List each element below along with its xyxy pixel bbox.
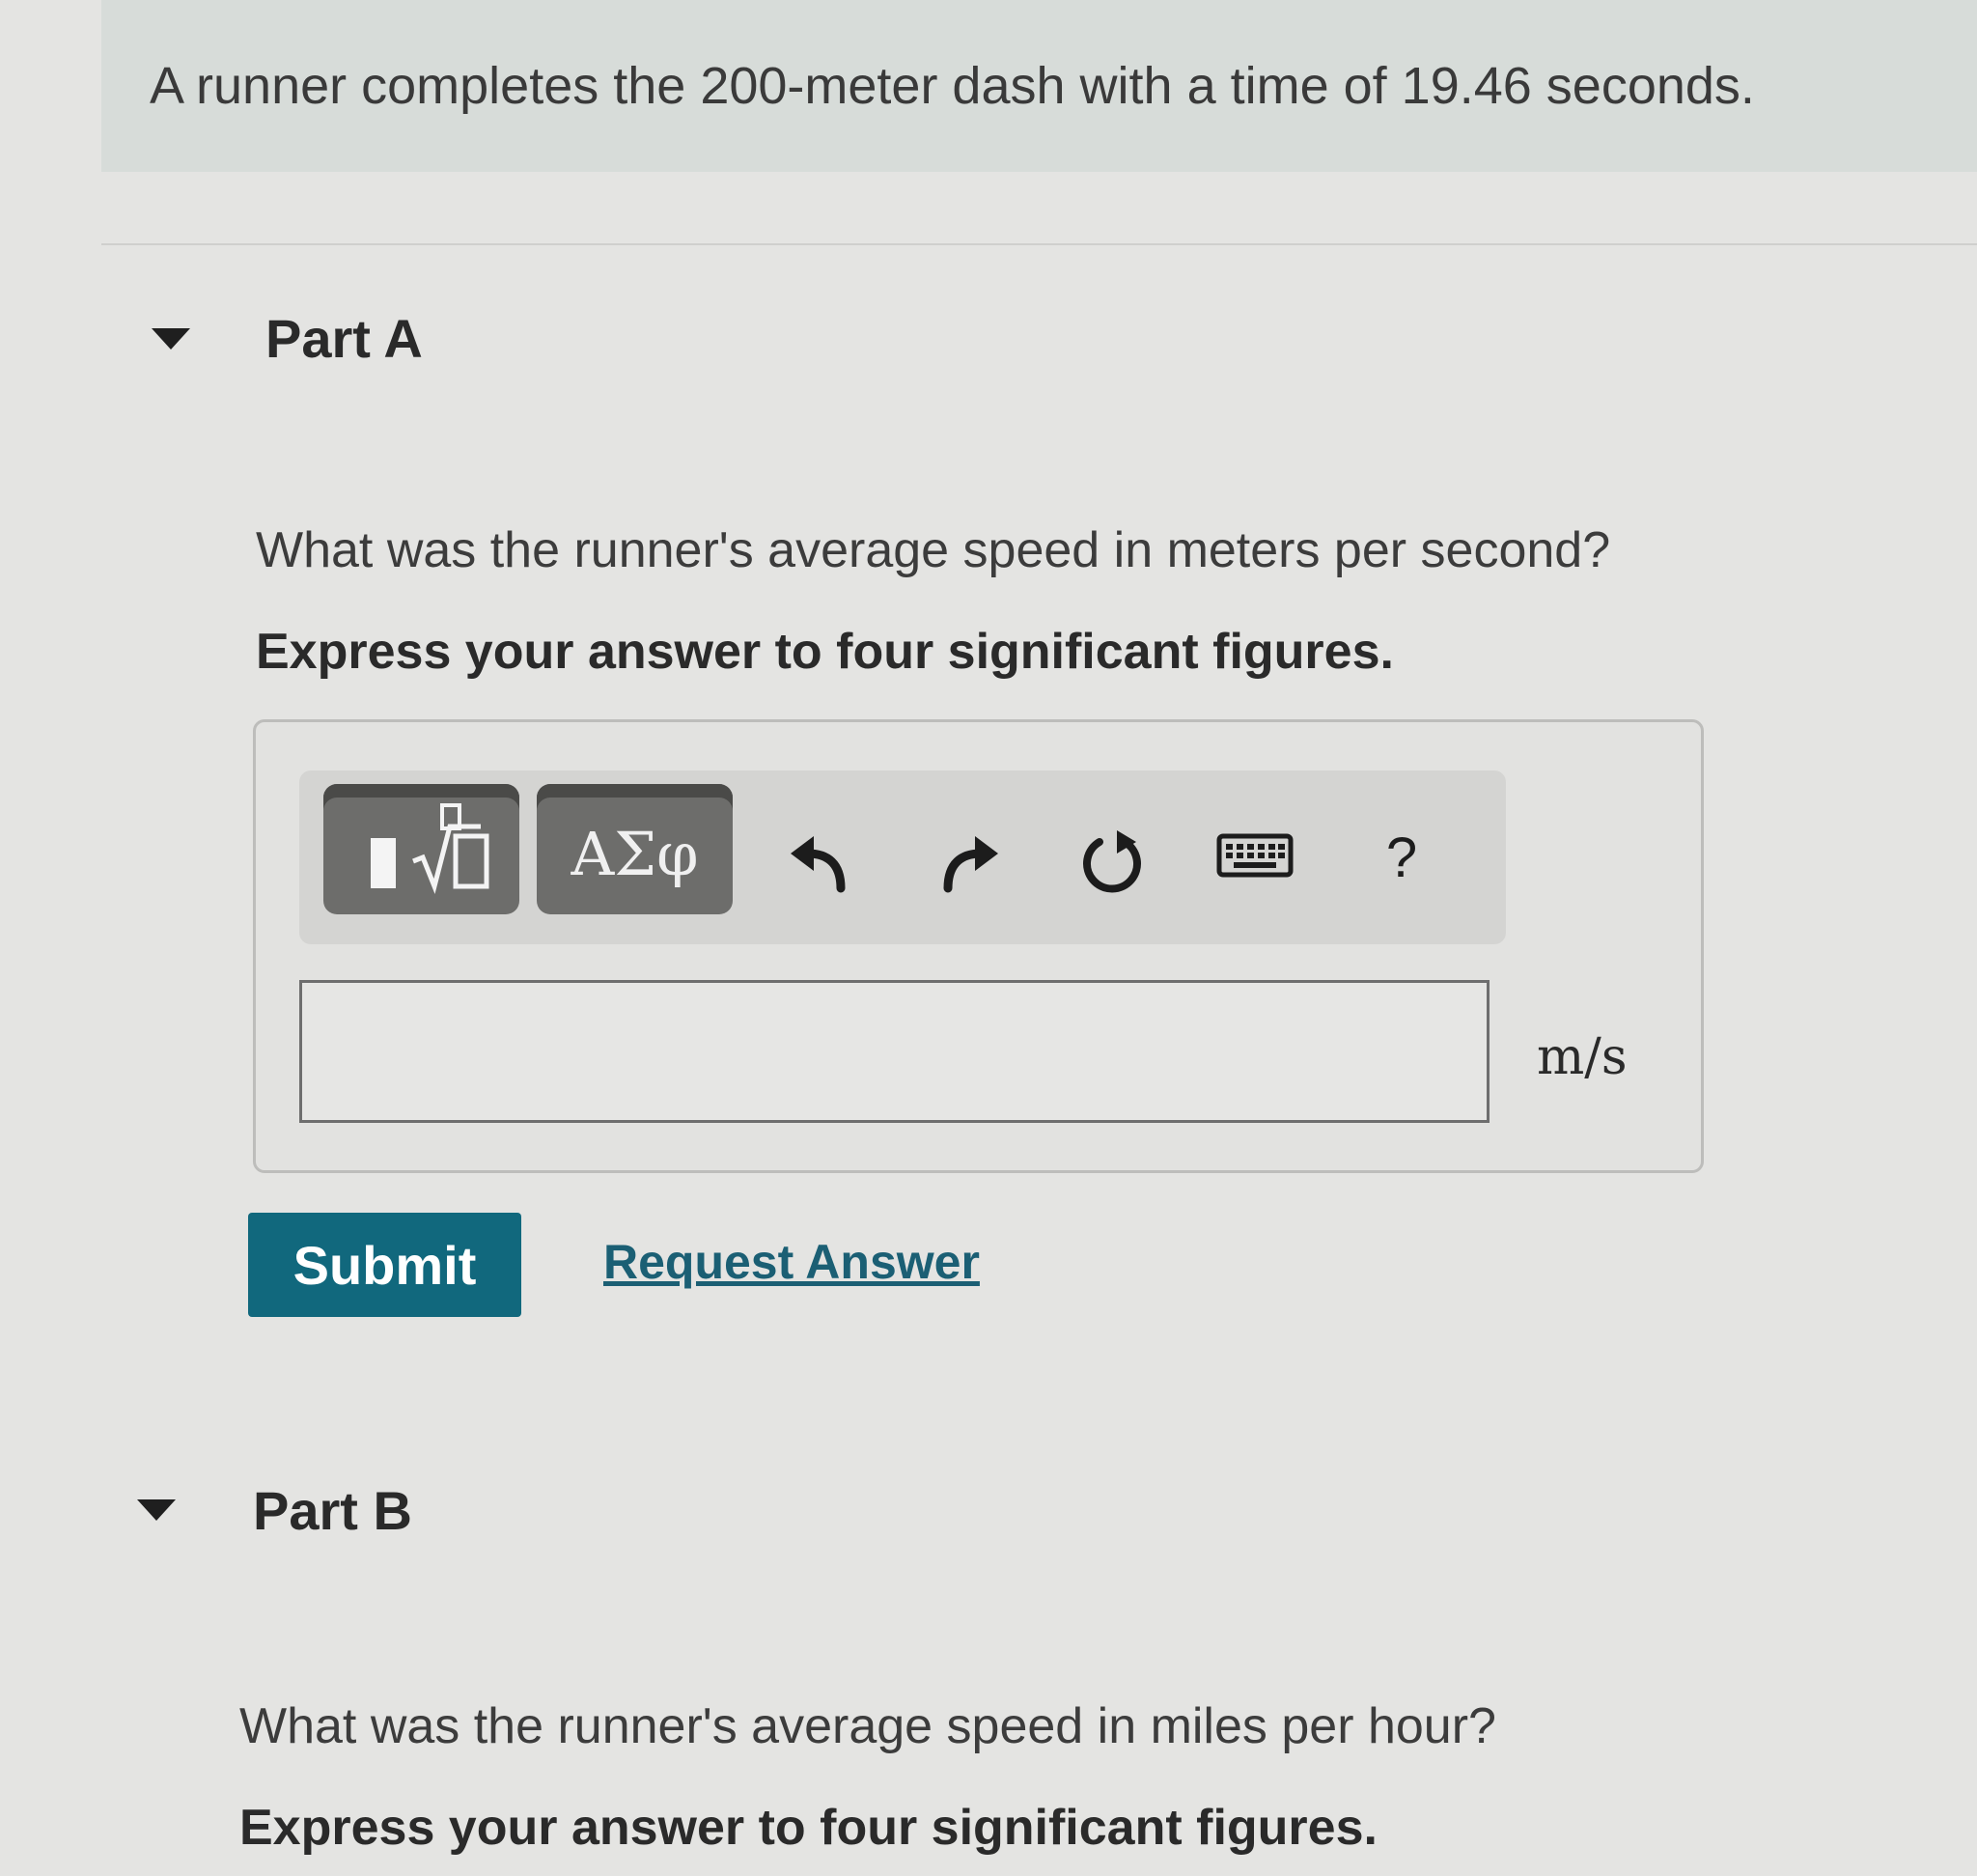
problem-statement-text: A runner completes the 200-meter dash wi… [150, 57, 1755, 115]
part-a-instruction: Express your answer to four significant … [256, 624, 1394, 680]
part-b-title: Part B [253, 1480, 412, 1541]
part-a-question: What was the runner's average speed in m… [256, 522, 1611, 578]
undo-icon [791, 836, 846, 893]
undo-button[interactable] [780, 828, 857, 910]
submit-button[interactable]: Submit [248, 1213, 521, 1317]
collapse-part-b-caret-icon[interactable] [137, 1499, 176, 1521]
keyboard-icon [1216, 833, 1294, 878]
reset-icon [1083, 830, 1141, 893]
part-a-title: Part A [265, 308, 423, 369]
redo-button[interactable] [932, 828, 1009, 910]
answer-input[interactable] [299, 980, 1490, 1123]
units-label: m/s [1537, 1028, 1628, 1086]
redo-icon [943, 836, 998, 893]
collapse-part-a-caret-icon[interactable] [152, 328, 190, 350]
section-divider [101, 243, 1977, 245]
part-b-question: What was the runner's average speed in m… [239, 1698, 1496, 1754]
templates-button[interactable] [323, 784, 519, 914]
reset-button[interactable] [1073, 828, 1151, 910]
templates-radical-icon [370, 802, 488, 894]
symbols-button[interactable]: ΑΣφ [537, 784, 733, 914]
keyboard-button[interactable] [1216, 828, 1294, 893]
request-answer-link[interactable]: Request Answer [603, 1234, 980, 1290]
help-button[interactable]: ? [1363, 826, 1440, 890]
part-b-instruction: Express your answer to four significant … [239, 1800, 1378, 1856]
symbols-label: ΑΣφ [571, 819, 699, 889]
